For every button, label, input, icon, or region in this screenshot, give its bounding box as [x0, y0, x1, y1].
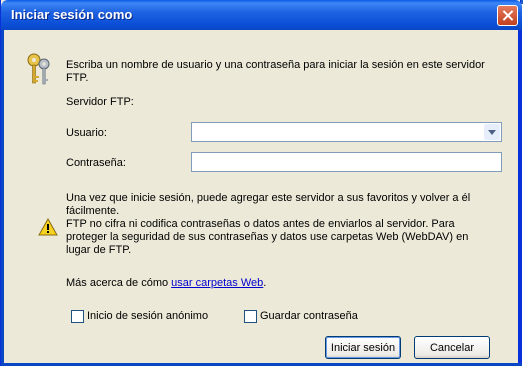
save-password-checkbox[interactable]: [244, 310, 257, 323]
save-password-label[interactable]: Guardar contraseña: [260, 310, 358, 323]
keys-icon: [27, 53, 50, 85]
user-combobox[interactable]: [191, 122, 502, 142]
anonymous-login-checkbox[interactable]: [71, 310, 84, 323]
window-border-right: [518, 30, 522, 366]
warning-icon: [38, 218, 58, 236]
info-text-line2: fácilmente.: [66, 205, 120, 217]
window-border-bottom: [1, 363, 522, 366]
warning-text-line1: FTP no cifra ni codifica contraseñas o d…: [66, 218, 455, 230]
server-label: Servidor FTP:: [66, 96, 134, 108]
web-folders-link[interactable]: usar carpetas Web: [171, 277, 263, 289]
intro-text-line2: FTP.: [66, 72, 89, 84]
user-label: Usuario:: [66, 127, 107, 139]
more-info-prefix: Más acerca de cómo: [66, 277, 172, 289]
window-title: Iniciar sesión como: [11, 7, 133, 22]
more-info-text: Más acerca de cómo usar carpetas Web.: [66, 277, 266, 290]
dialog-body: Escriba un nombre de usuario y una contr…: [4, 30, 518, 363]
chevron-down-icon[interactable]: [484, 124, 500, 140]
login-dialog: Iniciar sesión como Escriba un nombre de…: [0, 0, 522, 366]
password-field[interactable]: [191, 152, 502, 172]
info-text-line1: Una vez que inicie sesión, puede agregar…: [66, 192, 471, 204]
cancel-button[interactable]: Cancelar: [414, 336, 490, 359]
warning-text-line2: proteger la seguridad de sus contraseñas…: [66, 231, 469, 243]
password-label: Contraseña:: [66, 157, 126, 169]
title-bar[interactable]: Iniciar sesión como: [1, 0, 522, 30]
close-button[interactable]: [497, 5, 518, 26]
more-info-suffix: .: [263, 277, 267, 289]
login-button[interactable]: Iniciar sesión: [325, 336, 401, 359]
warning-text-line3: lugar de FTP.: [66, 244, 132, 256]
intro-text-line1: Escriba un nombre de usuario y una contr…: [66, 59, 485, 71]
anonymous-login-label[interactable]: Inicio de sesión anónimo: [87, 310, 208, 323]
